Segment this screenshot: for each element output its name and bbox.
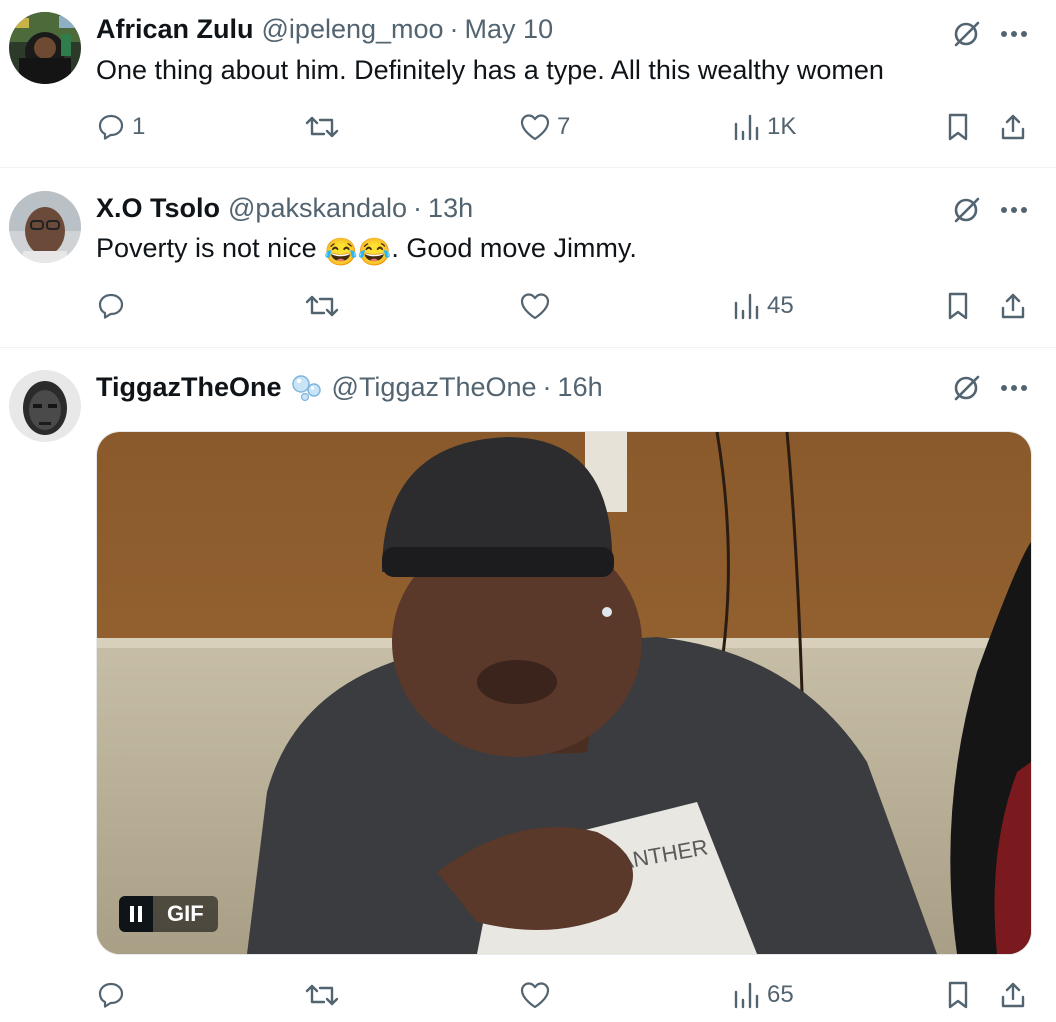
gif-media[interactable]: PANTHER GIF (96, 431, 1032, 955)
retweet-icon (305, 116, 339, 138)
views-button[interactable]: 65 (733, 980, 794, 1010)
like-button[interactable]: 7 (519, 112, 570, 142)
reply-icon (98, 293, 124, 319)
separator-dot: · (413, 192, 423, 223)
share-button[interactable] (996, 110, 1030, 144)
user-handle[interactable]: @ipeleng_moo (262, 14, 444, 45)
heart-icon (520, 982, 550, 1009)
reply-button[interactable] (96, 291, 132, 321)
reply-button[interactable]: 1 (96, 112, 145, 142)
gif-label: GIF (153, 896, 218, 932)
timeline-feed: African Zulu @ipeleng_moo · May 10 One t… (0, 0, 1056, 1022)
share-icon (1001, 293, 1025, 319)
grok-button[interactable] (948, 370, 984, 406)
bookmark-icon (948, 292, 968, 320)
display-name[interactable]: X.O Tsolo (96, 193, 220, 224)
separator-dot: · (542, 371, 552, 402)
like-button[interactable] (519, 291, 557, 321)
grok-icon (954, 375, 980, 401)
avatar[interactable] (9, 12, 81, 84)
display-name[interactable]: TiggazTheOne (96, 372, 282, 403)
bubbles-icon (290, 372, 324, 402)
grok-button[interactable] (948, 192, 984, 228)
views-button[interactable]: 45 (733, 291, 794, 321)
tweet-header: X.O Tsolo @pakskandalo · 13h (96, 191, 473, 225)
tweet-text-start: Poverty is not nice (96, 233, 325, 263)
retweet-button[interactable] (304, 112, 346, 142)
bookmark-button[interactable] (942, 289, 974, 323)
timestamp[interactable]: 13h (428, 193, 473, 224)
heart-icon (520, 293, 550, 320)
more-button[interactable] (996, 192, 1032, 228)
laughing-emoji: 😂😂 (324, 237, 392, 267)
grok-icon (954, 21, 980, 47)
tweet-text: One thing about him. Definitely has a ty… (96, 55, 884, 85)
separator-dot: · (449, 13, 459, 44)
views-icon (734, 114, 759, 141)
share-icon (1001, 114, 1025, 140)
pause-button[interactable] (119, 896, 153, 932)
gif-frame: PANTHER (97, 432, 1031, 954)
pause-icon (130, 906, 142, 922)
avatar[interactable] (9, 370, 81, 442)
more-icon (1001, 385, 1027, 391)
more-button[interactable] (996, 370, 1032, 406)
views-button[interactable]: 1K (733, 112, 796, 142)
tweet-text-end: . Good move Jimmy. (391, 233, 637, 263)
retweet-button[interactable] (304, 291, 346, 321)
bookmark-icon (948, 113, 968, 141)
view-count: 65 (767, 981, 794, 1008)
like-count: 7 (557, 113, 571, 140)
gif-badge[interactable]: GIF (119, 896, 218, 932)
share-icon (1001, 982, 1025, 1008)
retweet-icon (305, 984, 339, 1006)
view-count: 45 (767, 292, 794, 319)
views-icon (734, 293, 759, 320)
timestamp[interactable]: May 10 (465, 14, 554, 45)
views-icon (734, 982, 759, 1009)
more-button[interactable] (996, 16, 1032, 52)
timestamp[interactable]: 16h (558, 372, 603, 403)
more-icon (1001, 207, 1027, 213)
like-button[interactable] (519, 980, 557, 1010)
more-icon (1001, 31, 1027, 37)
avatar[interactable] (9, 191, 81, 263)
display-name[interactable]: African Zulu (96, 14, 254, 45)
share-button[interactable] (996, 978, 1030, 1012)
tweet-2[interactable]: X.O Tsolo @pakskandalo · 13h Poverty is … (0, 168, 1056, 347)
heart-icon (520, 114, 550, 141)
reply-count: 1 (132, 113, 146, 140)
reply-button[interactable] (96, 980, 132, 1010)
user-handle[interactable]: @TiggazTheOne (332, 372, 537, 403)
retweet-button[interactable] (304, 980, 346, 1010)
tweet-text: Poverty is not nice 😂😂. Good move Jimmy. (96, 230, 637, 270)
bookmark-icon (948, 981, 968, 1009)
bookmark-button[interactable] (942, 110, 974, 144)
view-count: 1K (767, 113, 797, 140)
grok-icon (954, 197, 980, 223)
grok-button[interactable] (948, 16, 984, 52)
share-button[interactable] (996, 289, 1030, 323)
user-handle[interactable]: @pakskandalo (228, 193, 407, 224)
tweet-header: TiggazTheOne @TiggazTheOne · 16h (96, 370, 603, 404)
reply-icon (98, 982, 124, 1008)
tweet-3[interactable]: TiggazTheOne @TiggazTheOne · 16h PANTHER… (0, 348, 1056, 1022)
bookmark-button[interactable] (942, 978, 974, 1012)
tweet-1[interactable]: African Zulu @ipeleng_moo · May 10 One t… (0, 0, 1056, 168)
retweet-icon (305, 295, 339, 317)
tweet-header: African Zulu @ipeleng_moo · May 10 (96, 12, 553, 46)
reply-icon (98, 114, 124, 140)
